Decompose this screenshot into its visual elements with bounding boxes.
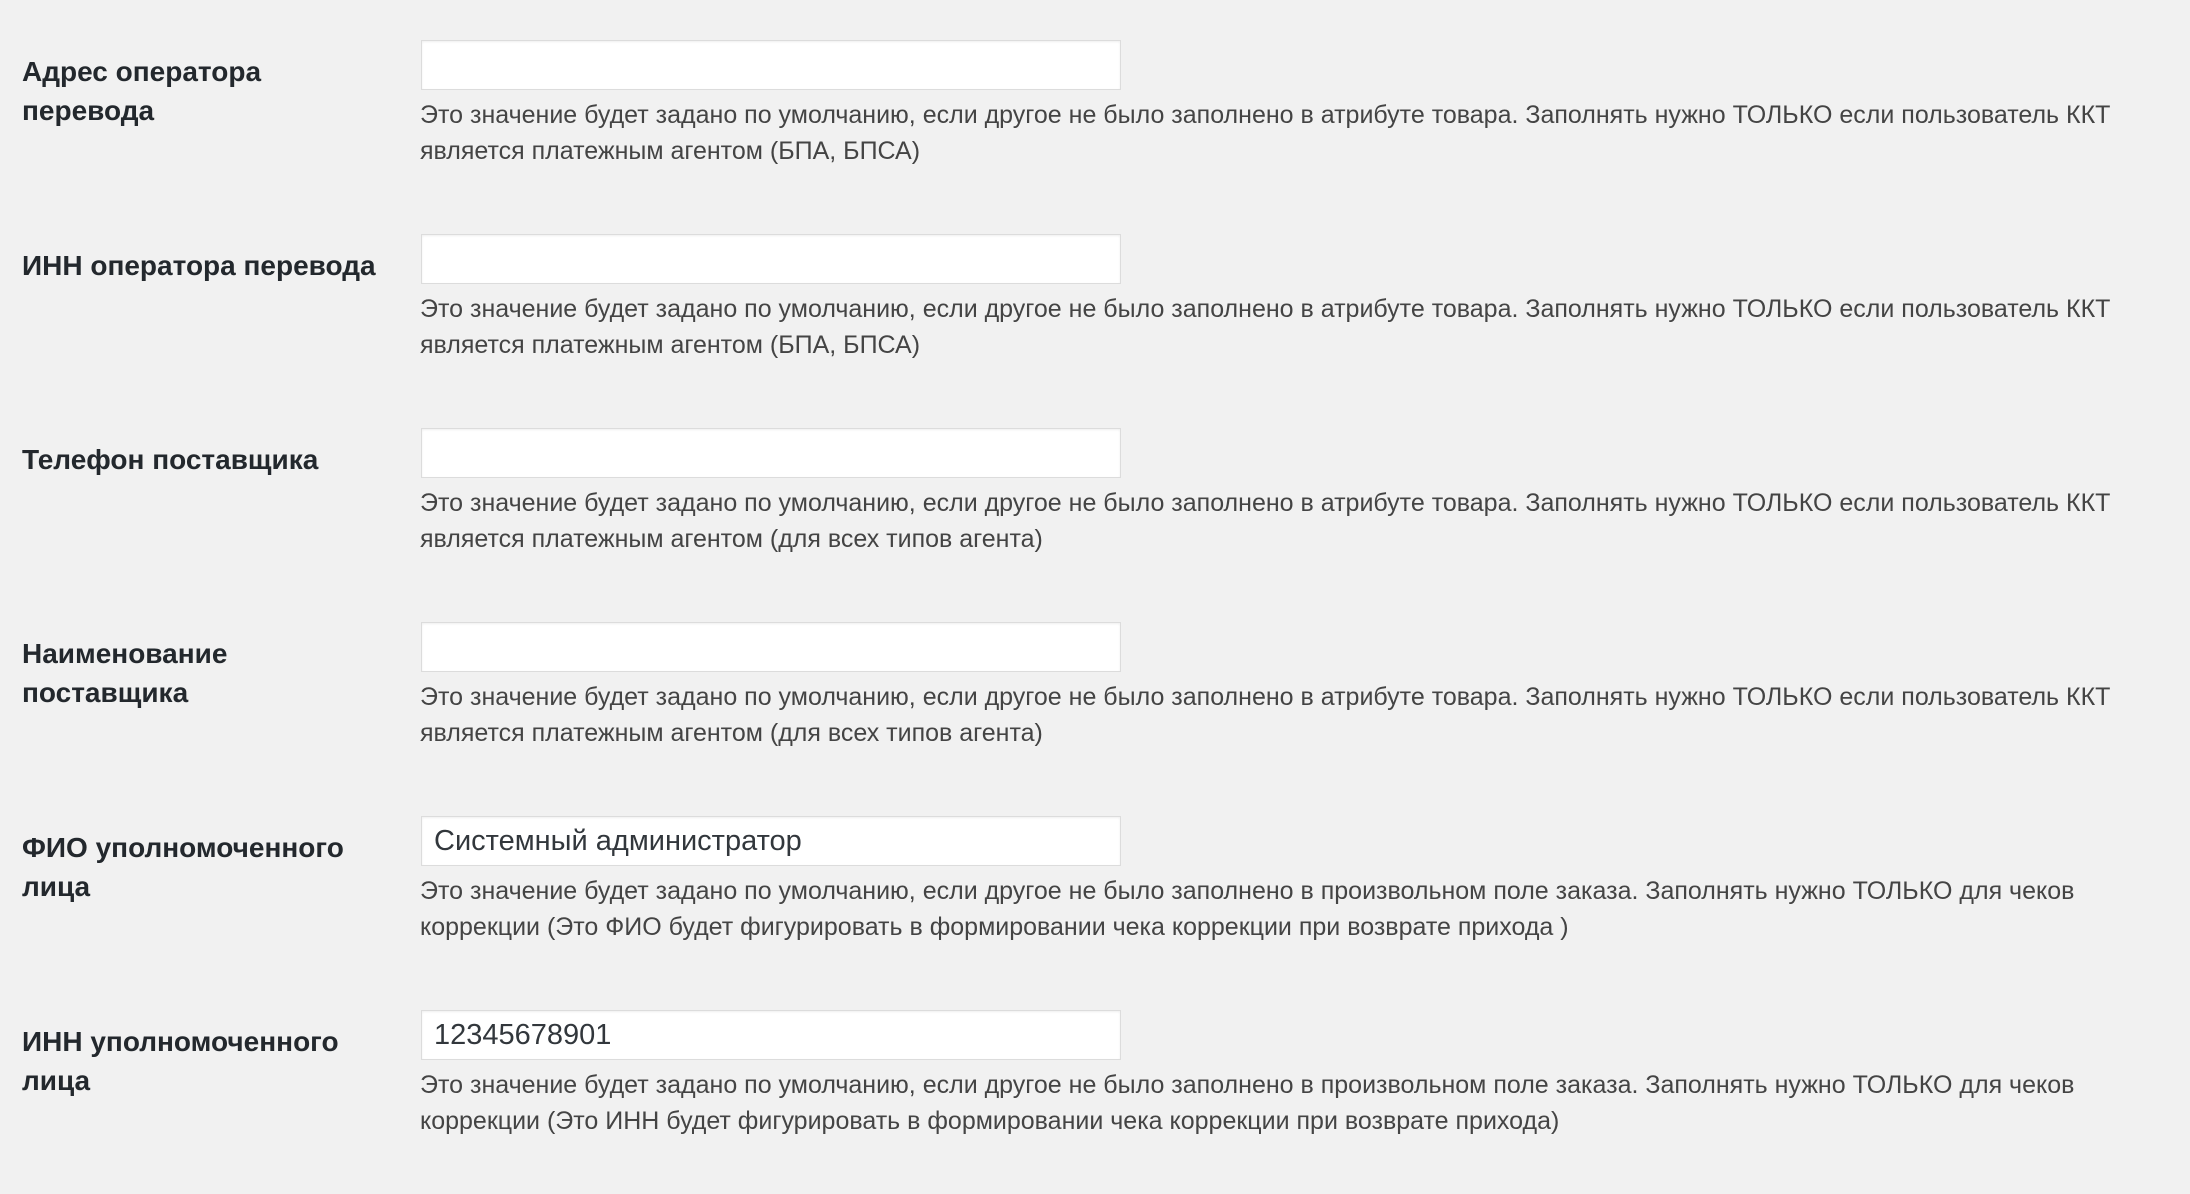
supplier-phone-input[interactable] (421, 428, 1121, 478)
field-description: Это значение будет задано по умолчанию, … (420, 877, 2075, 941)
field-label: ИНН уполномоченного лица (22, 1026, 339, 1096)
field-row-authorized-person-name: ФИО уполномоченного лица Это значение бу… (0, 806, 2190, 1000)
field-row-supplier-phone: Телефон поставщика Это значение будет за… (0, 418, 2190, 612)
field-label: Телефон поставщика (22, 444, 319, 475)
field-row-transfer-operator-address: Адрес оператора перевода Это значение бу… (0, 30, 2190, 224)
field-label: Адрес оператора перевода (22, 56, 262, 126)
authorized-person-name-input[interactable] (421, 816, 1121, 866)
transfer-operator-address-input[interactable] (421, 40, 1121, 90)
field-description: Это значение будет задано по умолчанию, … (420, 101, 2111, 165)
field-label: Наименование поставщика (22, 638, 228, 708)
field-label: ФИО уполномоченного лица (22, 832, 344, 902)
field-description: Это значение будет задано по умолчанию, … (420, 489, 2111, 553)
field-description: Это значение будет задано по умолчанию, … (420, 295, 2111, 359)
field-description: Это значение будет задано по умолчанию, … (420, 1071, 2075, 1135)
field-row-authorized-person-inn: ИНН уполномоченного лица Это значение бу… (0, 1000, 2190, 1194)
field-row-transfer-operator-inn: ИНН оператора перевода Это значение буде… (0, 224, 2190, 418)
supplier-name-input[interactable] (421, 622, 1121, 672)
transfer-operator-inn-input[interactable] (421, 234, 1121, 284)
field-row-supplier-name: Наименование поставщика Это значение буд… (0, 612, 2190, 806)
field-description: Это значение будет задано по умолчанию, … (420, 683, 2111, 747)
field-label: ИНН оператора перевода (22, 250, 376, 281)
authorized-person-inn-input[interactable] (421, 1010, 1121, 1060)
